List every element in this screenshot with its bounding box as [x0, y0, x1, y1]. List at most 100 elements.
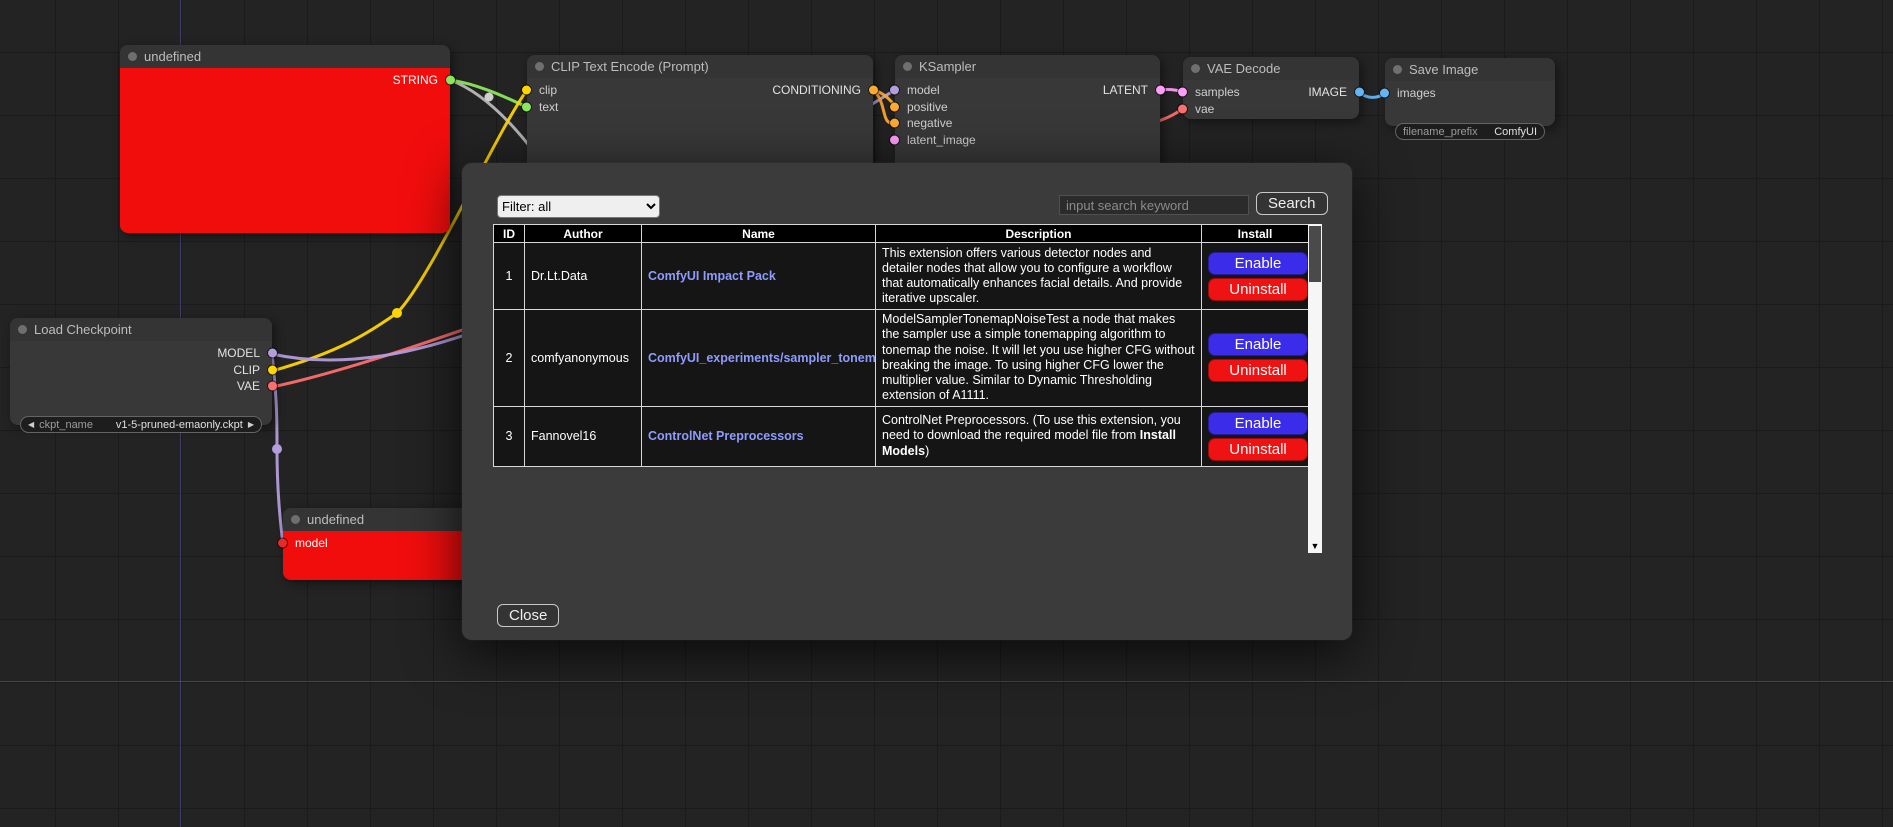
node-header[interactable]: CLIP Text Encode (Prompt) [527, 55, 873, 78]
widget-value: ComfyUI [1494, 126, 1537, 138]
collapse-dot-icon[interactable] [1191, 64, 1200, 73]
extension-name-cell: ControlNet Preprocessors [642, 406, 876, 466]
input-slot-samples[interactable] [1178, 88, 1187, 97]
slot-row: model [283, 535, 483, 552]
output-slot-vae[interactable] [268, 382, 277, 391]
slot-row: samples IMAGE [1183, 84, 1359, 101]
output-slot-image[interactable] [1355, 88, 1364, 97]
enable-button[interactable]: Enable [1208, 412, 1308, 435]
collapse-dot-icon[interactable] [18, 325, 27, 334]
close-button[interactable]: Close [497, 604, 559, 627]
column-header-description: Description [876, 225, 1202, 243]
table-scrollbar[interactable]: ▼ [1308, 224, 1322, 553]
table-header-row: ID Author Name Description Install [494, 225, 1309, 243]
column-header-name: Name [642, 225, 876, 243]
uninstall-button[interactable]: Uninstall [1208, 359, 1308, 382]
slot-row: text [527, 99, 873, 116]
node-vae-decode[interactable]: VAE Decode samples IMAGE vae [1183, 57, 1359, 119]
column-header-author: Author [525, 225, 642, 243]
node-body: model LATENT positive negative latent_im… [895, 78, 1160, 148]
extension-id-cell: 3 [494, 406, 525, 466]
input-slot-text[interactable] [522, 102, 531, 111]
column-header-id: ID [494, 225, 525, 243]
table-row: 1 Dr.Lt.Data ComfyUI Impact Pack This ex… [494, 243, 1309, 310]
uninstall-button[interactable]: Uninstall [1208, 278, 1308, 301]
slot-row: VAE [10, 378, 272, 395]
output-slot-string[interactable] [446, 76, 455, 85]
node-header[interactable]: undefined [120, 45, 450, 68]
input-label: model [907, 83, 940, 97]
output-label: IMAGE [1308, 85, 1347, 99]
output-slot-model[interactable] [268, 349, 277, 358]
search-button[interactable]: Search [1256, 192, 1328, 215]
collapse-dot-icon[interactable] [1393, 65, 1402, 74]
node-title: undefined [307, 512, 364, 527]
input-slot-latent-image[interactable] [890, 135, 899, 144]
extension-name-link[interactable]: ControlNet Preprocessors [648, 429, 804, 443]
slot-row: vae [1183, 101, 1359, 118]
node-header[interactable]: KSampler [895, 55, 1160, 78]
input-slot-model[interactable] [278, 539, 287, 548]
extension-id-cell: 2 [494, 310, 525, 407]
node-title: KSampler [919, 59, 976, 74]
filter-select[interactable]: Filter: all [497, 195, 660, 218]
extension-author-cell: comfyanonymous [525, 310, 642, 407]
table-row: 2 comfyanonymous ComfyUI_experiments/sam… [494, 310, 1309, 407]
node-title: Load Checkpoint [34, 322, 132, 337]
increment-arrow-icon[interactable]: ▶ [248, 421, 254, 429]
node-header[interactable]: Load Checkpoint [10, 318, 272, 341]
node-undefined-bottom[interactable]: undefined model [283, 508, 483, 580]
uninstall-button[interactable]: Uninstall [1208, 438, 1308, 461]
extension-table: ID Author Name Description Install 1 Dr.… [493, 224, 1309, 467]
extension-install-cell: Enable Uninstall [1202, 406, 1309, 466]
link-midpoint-dot [485, 93, 494, 102]
ckpt-name-widget[interactable]: ◀ ckpt_name v1-5-pruned-emaonly.ckpt ▶ [20, 416, 262, 433]
node-undefined-top[interactable]: undefined STRING [120, 45, 450, 233]
node-body: model [283, 531, 483, 580]
input-slot-vae[interactable] [1178, 104, 1187, 113]
collapse-dot-icon[interactable] [128, 52, 137, 61]
node-save-image[interactable]: Save Image images filename_prefix ComfyU… [1385, 58, 1555, 126]
node-title: undefined [144, 49, 201, 64]
collapse-dot-icon[interactable] [903, 62, 912, 71]
node-title: Save Image [1409, 62, 1478, 77]
node-header[interactable]: undefined [283, 508, 483, 531]
input-slot-model[interactable] [890, 86, 899, 95]
output-label: STRING [393, 73, 438, 87]
output-slot-clip[interactable] [268, 365, 277, 374]
input-slot-positive[interactable] [890, 102, 899, 111]
output-label: LATENT [1103, 83, 1148, 97]
filename-prefix-widget[interactable]: filename_prefix ComfyUI [1395, 123, 1545, 140]
description-text: ModelSamplerTonemapNoiseTest a node that… [882, 312, 1195, 402]
slot-row: positive [895, 99, 1160, 116]
scrollbar-thumb[interactable] [1309, 226, 1321, 282]
collapse-dot-icon[interactable] [291, 515, 300, 524]
node-header[interactable]: Save Image [1385, 58, 1555, 81]
input-slot-images[interactable] [1380, 89, 1389, 98]
slot-row: CLIP [10, 362, 272, 379]
enable-button[interactable]: Enable [1208, 252, 1308, 275]
node-load-checkpoint[interactable]: Load Checkpoint MODEL CLIP VAE ◀ ckpt_na… [10, 318, 272, 425]
widget-value: v1-5-pruned-emaonly.ckpt [116, 419, 243, 431]
collapse-dot-icon[interactable] [535, 62, 544, 71]
search-input[interactable] [1059, 195, 1249, 215]
extension-name-link[interactable]: ComfyUI_experiments/sampler_tonemap [648, 351, 876, 365]
enable-button[interactable]: Enable [1208, 333, 1308, 356]
extension-name-link[interactable]: ComfyUI Impact Pack [648, 269, 776, 283]
input-label: images [1397, 86, 1436, 100]
decrement-arrow-icon[interactable]: ◀ [28, 421, 34, 429]
node-body: images filename_prefix ComfyUI [1385, 81, 1555, 102]
output-slot-latent[interactable] [1156, 86, 1165, 95]
extension-description-cell: ModelSamplerTonemapNoiseTest a node that… [876, 310, 1202, 407]
description-text: ) [925, 444, 929, 458]
input-slot-clip[interactable] [522, 86, 531, 95]
table-row: 3 Fannovel16 ControlNet Preprocessors Co… [494, 406, 1309, 466]
scrollbar-down-arrow-icon[interactable]: ▼ [1308, 539, 1322, 553]
node-header[interactable]: VAE Decode [1183, 57, 1359, 80]
extension-name-cell: ComfyUI_experiments/sampler_tonemap [642, 310, 876, 407]
description-text: ControlNet Preprocessors. (To use this e… [882, 413, 1181, 442]
output-slot-conditioning[interactable] [869, 86, 878, 95]
extension-description-cell: This extension offers various detector n… [876, 243, 1202, 310]
input-slot-negative[interactable] [890, 119, 899, 128]
output-label: CONDITIONING [772, 83, 861, 97]
